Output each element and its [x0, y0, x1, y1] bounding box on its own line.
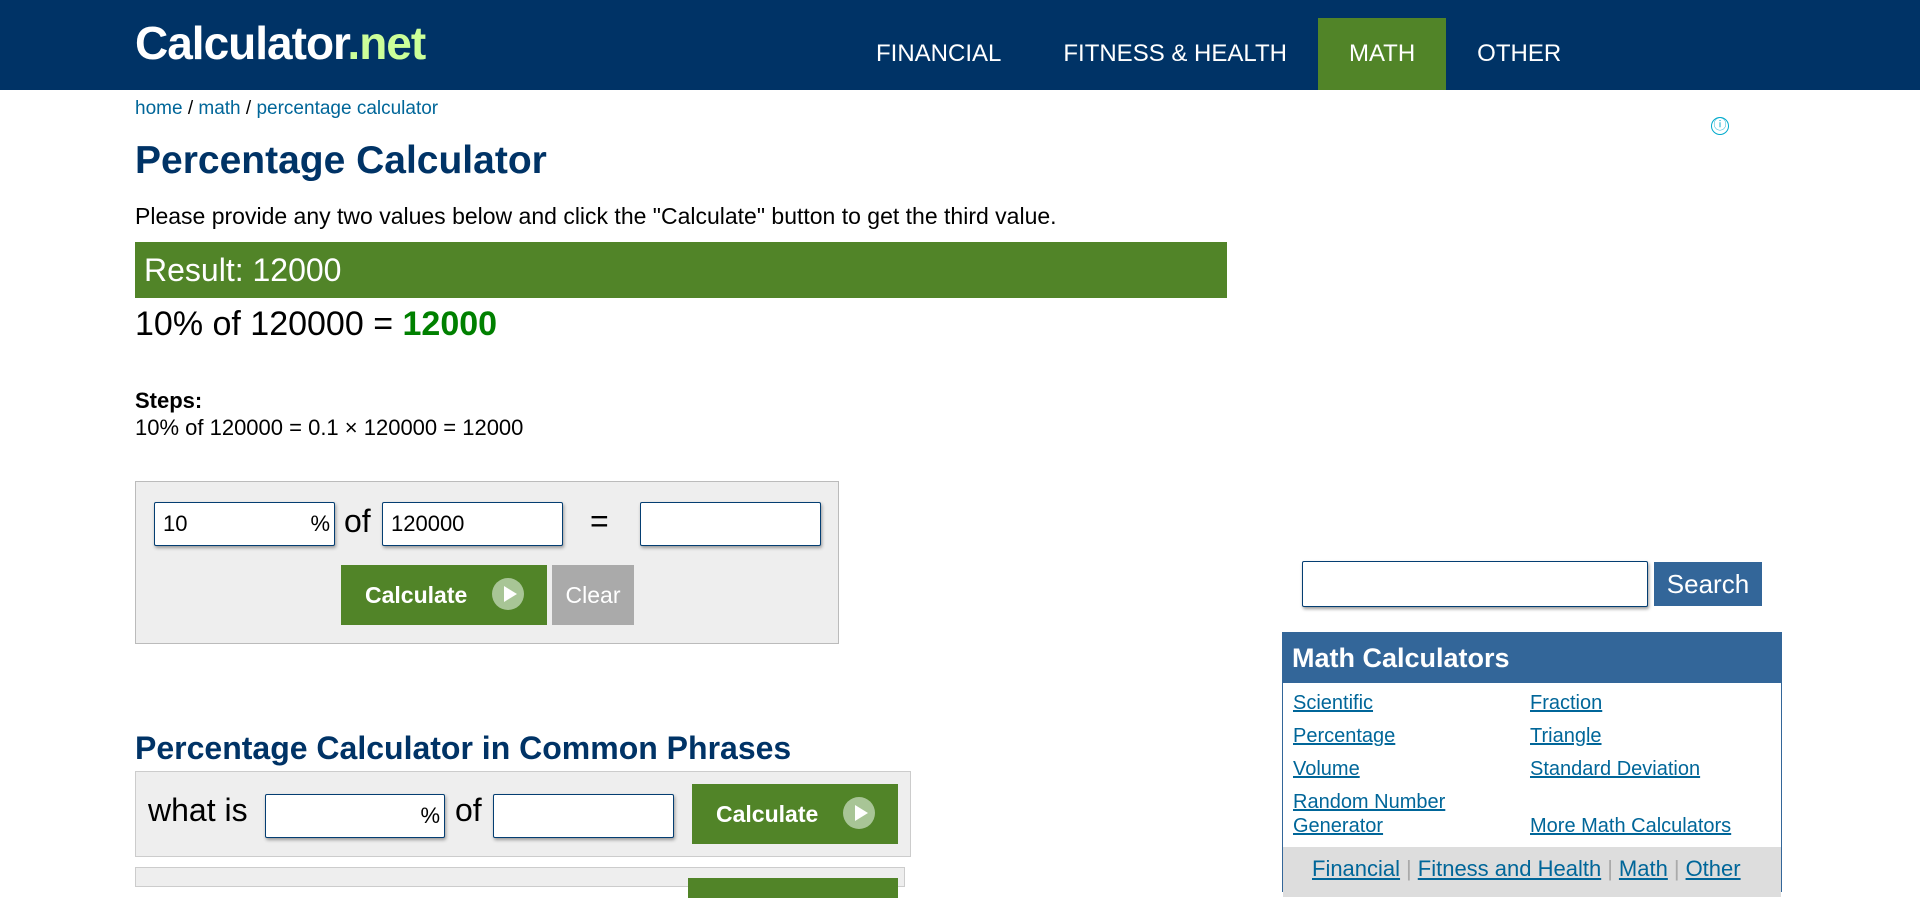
phrase-row-2: [135, 867, 905, 898]
steps-label: Steps:: [135, 388, 203, 413]
result-bar: Result: 12000: [135, 242, 1227, 298]
phrase-percent-symbol: %: [420, 803, 440, 828]
link-standard-deviation[interactable]: Standard Deviation: [1530, 757, 1700, 781]
breadcrumb-home[interactable]: home: [135, 98, 183, 119]
percent-symbol: %: [310, 511, 330, 536]
result-input[interactable]: [640, 502, 821, 546]
footer-link-math[interactable]: Math: [1619, 856, 1668, 881]
footer-sep: |: [1406, 856, 1412, 881]
clear-button[interactable]: Clear: [552, 565, 634, 625]
base-input-value: 120000: [391, 511, 465, 536]
result-equation-prefix: 10% of 120000 =: [135, 305, 403, 343]
nav-financial[interactable]: FINANCIAL: [845, 18, 1032, 90]
intro-text: Please provide any two values below and …: [135, 203, 1057, 229]
link-scientific[interactable]: Scientific: [1293, 691, 1373, 715]
logo-tld: .net: [347, 17, 426, 69]
main-nav: FINANCIAL FITNESS & HEALTH MATH OTHER: [845, 18, 1592, 90]
search-button[interactable]: Search: [1654, 562, 1762, 606]
calculate-button[interactable]: Calculate: [341, 565, 547, 625]
phrase-calculate-button-2[interactable]: [688, 878, 898, 898]
breadcrumb-sep: /: [245, 98, 252, 119]
calculate-button-label: Calculate: [365, 582, 468, 608]
breadcrumb: home / math / percentage calculator: [135, 98, 438, 120]
footer-link-financial[interactable]: Financial: [1312, 856, 1400, 881]
footer-link-fitness-health[interactable]: Fitness and Health: [1418, 856, 1601, 881]
search-input[interactable]: [1302, 561, 1648, 607]
phrase-calculate-button[interactable]: Calculate: [692, 784, 898, 844]
phrase-row-what-is: what is % of Calculate: [135, 771, 911, 857]
top-header: Calculator.net FINANCIAL FITNESS & HEALT…: [0, 0, 1920, 90]
result-equation: 10% of 120000 = 12000: [135, 305, 497, 344]
breadcrumb-math[interactable]: math: [198, 98, 240, 119]
breadcrumb-sep: /: [187, 98, 194, 119]
link-random-number-generator[interactable]: Random Number Generator: [1293, 790, 1473, 838]
site-logo[interactable]: Calculator.net: [135, 17, 426, 69]
phrase-base-input[interactable]: [493, 794, 674, 838]
footer-sep: |: [1673, 856, 1680, 881]
steps-text: 10% of 120000 = 0.1 × 120000 = 12000: [135, 415, 524, 440]
percent-input-value: 10: [163, 511, 188, 536]
link-fraction[interactable]: Fraction: [1530, 691, 1602, 715]
phrases-title: Percentage Calculator in Common Phrases: [135, 730, 792, 766]
logo-text: Calculator: [135, 17, 348, 69]
nav-other[interactable]: OTHER: [1446, 18, 1592, 90]
footer-link-other[interactable]: Other: [1686, 856, 1741, 881]
breadcrumb-current[interactable]: percentage calculator: [256, 98, 438, 119]
link-triangle[interactable]: Triangle: [1530, 724, 1602, 748]
of-label: of: [344, 503, 371, 539]
percent-input[interactable]: 10 %: [154, 502, 335, 546]
phrase-what-is-label: what is: [148, 792, 248, 828]
nav-fitness-health[interactable]: FITNESS & HEALTH: [1032, 18, 1318, 90]
category-footer: Financial | Fitness and Health | Math | Other: [1283, 847, 1781, 897]
link-percentage[interactable]: Percentage: [1293, 724, 1395, 748]
phrase-calculate-label: Calculate: [716, 801, 819, 827]
result-answer: 12000: [402, 305, 498, 343]
math-calculators-title: Math Calculators: [1283, 633, 1781, 683]
info-icon[interactable]: ⓘ: [1711, 117, 1729, 135]
phrase-percent-input[interactable]: %: [265, 794, 445, 838]
link-more-math-calculators[interactable]: More Math Calculators: [1530, 814, 1731, 838]
base-input[interactable]: 120000: [382, 502, 563, 546]
nav-math[interactable]: MATH: [1317, 18, 1447, 90]
play-arrow-icon: [843, 797, 875, 829]
play-arrow-icon: [492, 578, 524, 610]
calculator-panel: 10 % of 120000 = Calculate Clear: [135, 481, 839, 644]
footer-sep: |: [1607, 856, 1613, 881]
math-calculators-box: Math Calculators Scientific Fraction Per…: [1282, 632, 1782, 897]
page-title: Percentage Calculator: [135, 139, 547, 182]
phrase-of-label: of: [455, 792, 482, 828]
equals-sign: =: [590, 503, 609, 539]
link-volume[interactable]: Volume: [1293, 757, 1360, 781]
